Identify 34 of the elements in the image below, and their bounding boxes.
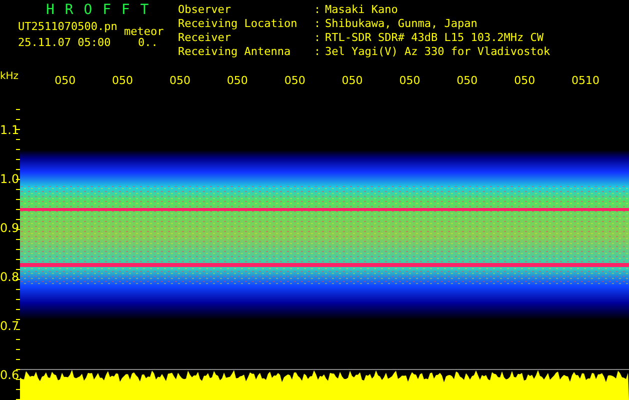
meteor-count: 0.. <box>138 36 158 49</box>
frequency-tick-label: 1.1 <box>0 122 20 139</box>
time-tick-label: 0510 <box>572 74 601 86</box>
frequency-tick-label: 0.6 <box>0 367 20 384</box>
info-colon: : <box>314 4 322 18</box>
time-tick-label: 050 <box>226 74 249 86</box>
time-tick-label: 050 <box>284 74 306 86</box>
file-tag: meteor <box>124 25 164 38</box>
time-tick-label: 050 <box>342 74 364 86</box>
info-label: Receiving Antenna <box>178 46 292 60</box>
info-label: Observer <box>178 4 232 18</box>
time-tick-label: 050 <box>456 74 479 86</box>
frequency-tick-label: 1.0 <box>0 170 20 188</box>
date-time: 25.11.07 05:00 <box>18 36 111 49</box>
info-value: Shibukawa, Gunma, Japan <box>325 18 478 32</box>
info-label: Receiver <box>178 32 232 46</box>
time-tick-label: 050 <box>112 74 134 86</box>
info-value: RTL-SDR SDR# 43dB L15 103.2MHz CW <box>325 32 545 46</box>
frequency-tick-label: 0.9 <box>0 220 20 237</box>
info-colon: : <box>314 46 322 60</box>
frequency-tick-label: 0.7 <box>0 318 20 336</box>
frequency-tick-label: 0.8 <box>0 269 20 286</box>
app-title: H R O F F T <box>46 2 150 18</box>
time-tick-label: 050 <box>514 74 536 86</box>
time-tick-label: 050 <box>169 74 192 86</box>
info-value: 3el Yagi(V) Az 330 for Vladivostok <box>325 46 550 60</box>
info-colon: : <box>314 18 322 32</box>
time-tick-label: 050 <box>399 74 422 86</box>
file-name: UT2511070500.pn <box>18 20 118 33</box>
info-colon: : <box>314 32 322 46</box>
info-value: Masaki Kano <box>325 4 399 18</box>
axis-unit: kHz <box>0 70 20 82</box>
time-tick-label: 050 <box>54 74 77 86</box>
info-label: Receiving Location <box>178 18 298 32</box>
